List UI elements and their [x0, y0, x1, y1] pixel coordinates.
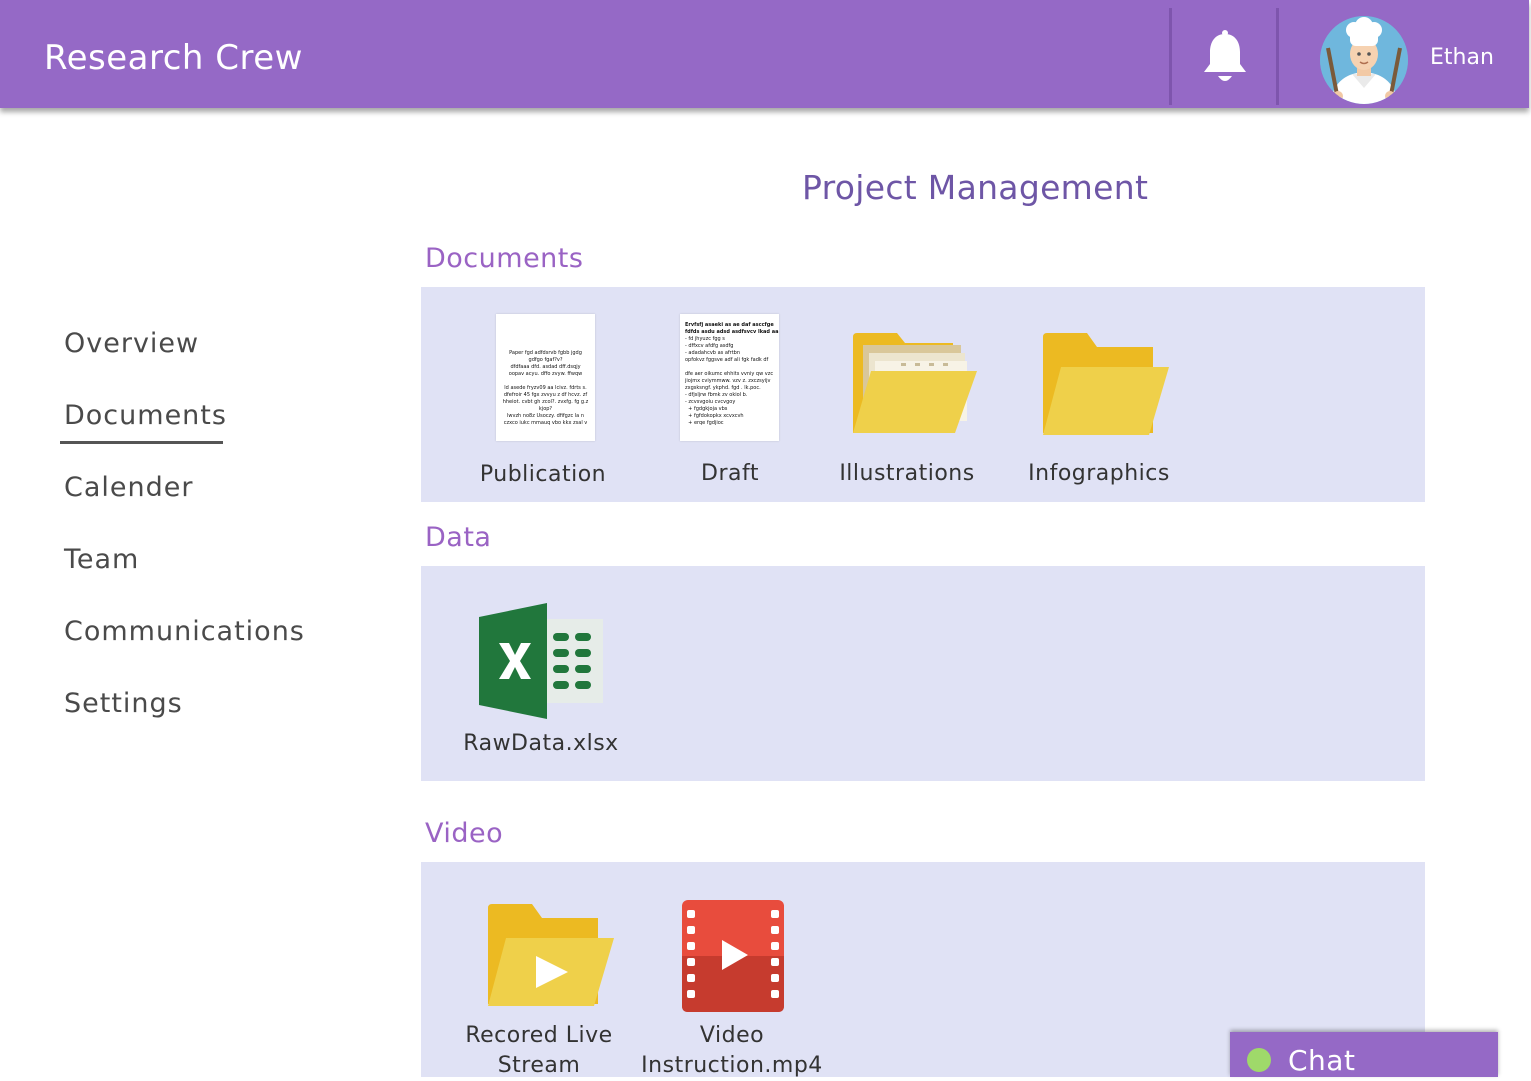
- online-status-dot: [1247, 1048, 1271, 1072]
- file-label: Draft: [701, 461, 759, 486]
- section-label-documents: Documents: [425, 243, 584, 274]
- label-line: Video: [699, 1023, 765, 1048]
- video-file-icon: [682, 900, 784, 1012]
- data-panel: RawData.xlsx: [421, 566, 1425, 781]
- chef-avatar-icon: [1320, 16, 1408, 104]
- folder-icon: [1043, 333, 1169, 435]
- chat-label: Chat: [1288, 1044, 1356, 1077]
- folder-label: Illustrations: [839, 461, 975, 486]
- document-thumbnail-icon: Paper fgd adfdsrvb fgbb jgdg gdfgo fgaf?…: [496, 314, 595, 441]
- header-divider: [1169, 8, 1172, 105]
- top-bar: Research Crew Ethan: [0, 0, 1529, 108]
- document-thumbnail-icon: Ervfsfj asaeki as ae daf asccfge fdfds a…: [680, 314, 779, 441]
- file-label: RawData.xlsx: [463, 731, 619, 756]
- header-divider: [1276, 8, 1279, 105]
- sidebar-item-calender[interactable]: Calender: [64, 472, 193, 503]
- section-label-video: Video: [425, 818, 504, 849]
- folder-with-papers-icon: [853, 333, 977, 433]
- excel-icon: [479, 603, 603, 719]
- page-title: Project Management: [802, 168, 1149, 207]
- label-line: Recored Live: [465, 1023, 613, 1048]
- folder-label: Recored Live Stream: [459, 1021, 619, 1081]
- file-label: Publication: [479, 462, 607, 487]
- sidebar-item-team[interactable]: Team: [64, 544, 139, 575]
- active-nav-underline: [60, 441, 223, 444]
- app-title[interactable]: Research Crew: [44, 38, 303, 78]
- sidebar-item-overview[interactable]: Overview: [64, 328, 199, 359]
- sidebar-item-communications[interactable]: Communications: [64, 616, 305, 647]
- folder-label: Infographics: [1028, 461, 1170, 486]
- file-label: Video Instruction.mp4: [632, 1021, 832, 1081]
- bell-icon[interactable]: [1201, 30, 1249, 86]
- user-avatar[interactable]: [1320, 16, 1408, 104]
- sidebar-item-documents[interactable]: Documents: [64, 400, 227, 431]
- chat-widget[interactable]: Chat: [1230, 1032, 1498, 1077]
- sidebar-item-settings[interactable]: Settings: [64, 688, 183, 719]
- documents-panel: Paper fgd adfdsrvb fgbb jgdg gdfgo fgaf?…: [421, 287, 1425, 502]
- video-folder-icon: [488, 904, 614, 1006]
- section-label-data: Data: [425, 522, 492, 553]
- username[interactable]: Ethan: [1430, 45, 1494, 70]
